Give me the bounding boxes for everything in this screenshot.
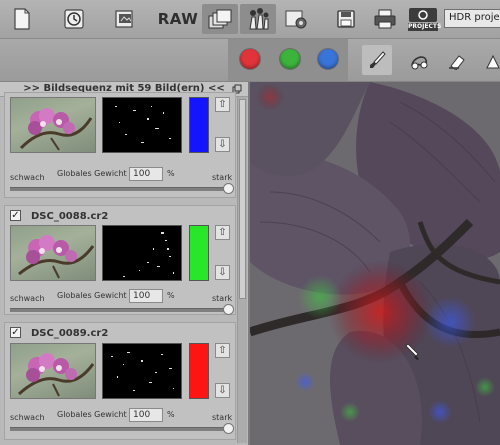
green-color-button[interactable] [280,49,300,69]
move-down-button[interactable]: ⇩ [215,137,230,152]
main-toolbar: RAW PROJECTS HDR project [0,0,500,39]
raw-label: RAW [157,10,199,28]
brackets-button[interactable] [202,4,238,34]
stamp-icon [486,54,500,69]
frame-color-block[interactable] [189,343,209,399]
percent-label: % [167,169,175,178]
weight-slider-knob[interactable] [222,183,234,194]
orchid-image [250,82,500,445]
eraser-icon [449,55,465,70]
frame-color-block[interactable] [189,225,209,281]
panel-scroll-thumb[interactable] [239,99,246,299]
global-weight-label: Globales Gewicht [57,291,127,300]
red-color-button[interactable] [240,49,260,69]
global-weight-input[interactable]: 100 [129,408,163,422]
strong-label: stark [212,173,233,182]
raw-button[interactable]: RAW [158,4,198,34]
move-up-button[interactable]: ⇧ [215,97,230,112]
brackets-icon [208,9,232,29]
panel-scrollbar[interactable] [237,97,247,443]
frame-checkbox[interactable]: ✓ [10,327,21,338]
history-button[interactable] [56,4,92,34]
weight-slider-track[interactable] [10,187,228,191]
brushes-icon [249,8,269,30]
projects-label: PROJECTS [408,23,442,31]
percent-label: % [167,291,175,300]
settings-button[interactable] [278,4,314,34]
weight-slider-track[interactable] [10,427,228,431]
weak-label: schwach [10,173,45,182]
print-button[interactable] [367,4,403,34]
global-weight-input[interactable]: 100 [129,167,163,181]
global-weight-label: Globales Gewicht [57,169,127,178]
project-type-select[interactable]: HDR project [444,9,500,28]
image-sequence-panel: >> Bildsequenz mit 59 Bild(ern) << ⇧ ⇩ s… [0,82,250,445]
frame-color-block[interactable] [189,97,209,153]
move-down-button[interactable]: ⇩ [215,265,230,280]
weight-slider-track[interactable] [10,308,228,312]
brush-icon [370,51,386,68]
blue-color-button[interactable] [318,49,338,69]
percent-label: % [167,410,175,419]
frame-mask-preview [102,343,182,399]
stamp-tool-button[interactable] [478,45,500,75]
move-down-button[interactable]: ⇩ [215,383,230,398]
sequence-frame: ⇧ ⇩ schwach Globales Gewicht 100 % stark [4,92,236,198]
save-icon [337,10,355,28]
strong-label: stark [212,294,233,303]
sequence-frame: ✓ DSC_0088.cr2 ⇧ ⇩ schwach Globales Gewi… [4,205,236,315]
frame-thumbnail[interactable] [10,343,96,399]
strong-label: stark [212,413,233,422]
move-up-button[interactable]: ⇧ [215,225,230,240]
brush-toolbar [0,39,500,82]
frame-checkbox[interactable]: ✓ [10,210,21,221]
frame-mask-preview [102,225,182,281]
new-document-icon [14,8,30,30]
frame-filename: DSC_0088.cr2 [31,211,109,222]
move-up-button[interactable]: ⇧ [215,343,230,358]
weight-slider-knob[interactable] [222,423,234,434]
new-document-button[interactable] [4,4,40,34]
frame-thumbnail[interactable] [10,225,96,281]
frame-thumbnail[interactable] [10,97,96,153]
weak-label: schwach [10,413,45,422]
frame-mask-preview [102,97,182,153]
brush-tool-button[interactable] [362,45,392,75]
lasso-icon [411,56,428,70]
sequence-frame: ✓ DSC_0089.cr2 ⇧ ⇩ schwach Globales Gewi… [4,322,236,440]
image-canvas[interactable] [250,82,500,445]
global-weight-label: Globales Gewicht [57,410,127,419]
history-icon [64,9,84,29]
print-icon [374,9,396,29]
settings-icon [285,10,307,29]
global-weight-input[interactable]: 100 [129,289,163,303]
save-button[interactable] [328,4,364,34]
weak-label: schwach [10,294,45,303]
open-folder-button[interactable] [107,4,143,34]
open-folder-icon [115,10,133,28]
weight-slider-knob[interactable] [222,304,234,315]
brushes-button[interactable] [240,4,276,34]
projects-button[interactable]: PROJECTS [405,4,441,34]
lasso-tool-button[interactable] [404,45,434,75]
eraser-tool-button[interactable] [442,45,472,75]
projects-icon: PROJECTS [408,7,442,31]
frame-filename: DSC_0089.cr2 [31,328,109,339]
